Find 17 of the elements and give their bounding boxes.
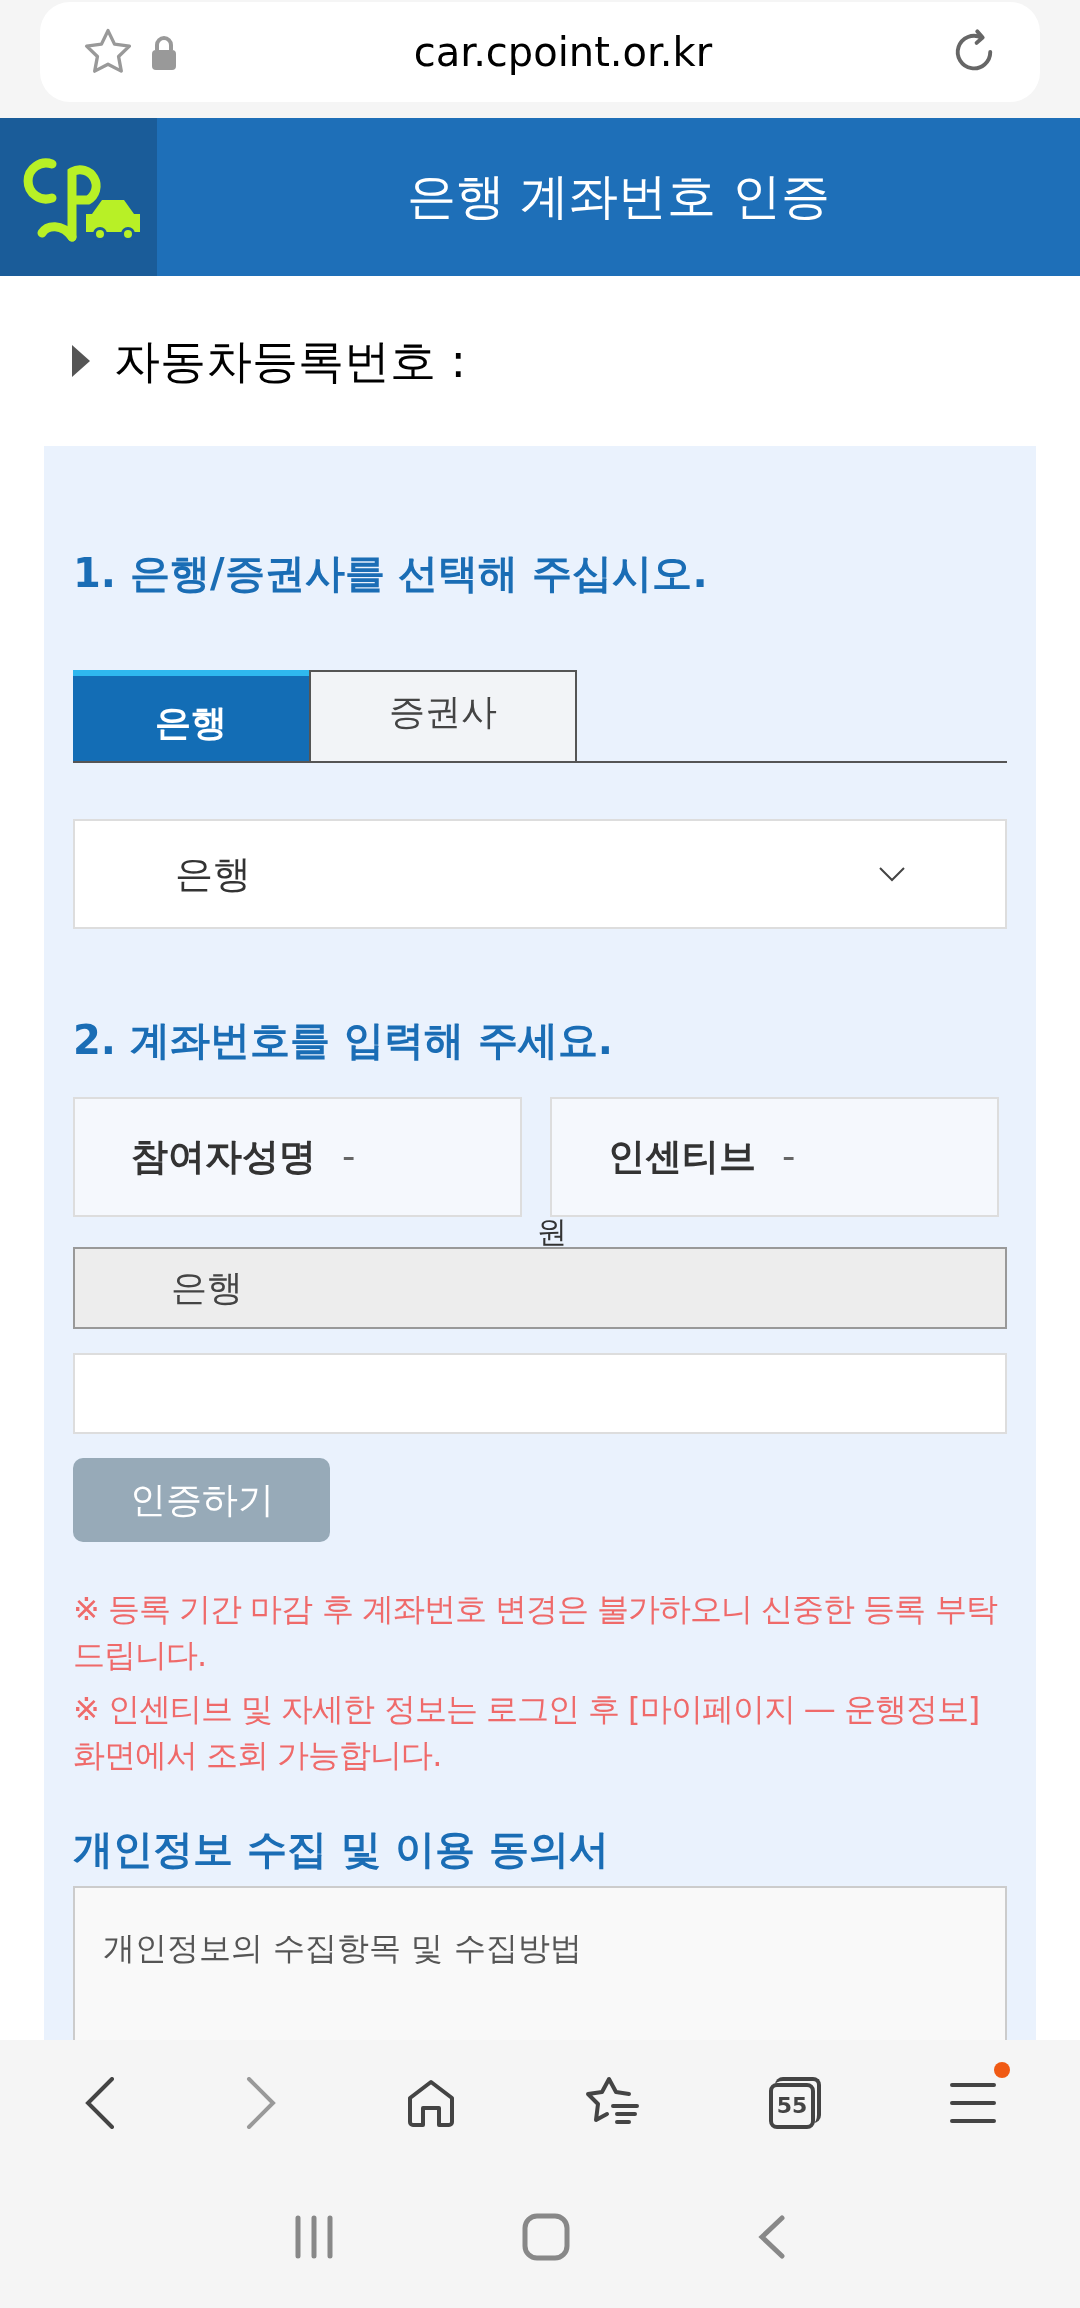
page-title: 은행 계좌번호 인증 [406,167,831,228]
url-text[interactable]: car.cpoint.or.kr [413,29,713,75]
notice-text: ※ 등록 기간 마감 후 계좌번호 변경은 불가하오니 신중한 등록 부탁 드립니다. [73,1589,999,1676]
separator-text: - [342,1134,356,1181]
bank-field: 은행 [73,1247,1007,1329]
unit-text: 원 [537,1214,567,1249]
info-label: 인센티브 [608,1134,756,1181]
separator-text: - [782,1134,796,1181]
car-number-label: 자동차등록번호 : [114,332,467,390]
section-heading: 개인정보 수집 및 이용 동의서 [73,1825,610,1874]
notice-text: ※ 인센티브 및 자세한 정보는 로그인 후 [마이페이지 — 운행정보] 화면에서 조회 가능합니다. [73,1689,981,1776]
tab[interactable]: 증권사 [309,670,577,761]
tab[interactable]: 은행 [73,670,309,761]
section-heading: 2. 계좌번호를 입력해 주세요. [73,1016,614,1065]
bank-select[interactable]: 은행 [73,819,1007,929]
info-label: 참여자성명 [131,1134,316,1181]
section-heading: 1. 은행/증권사를 선택해 주십시오. [73,549,709,598]
